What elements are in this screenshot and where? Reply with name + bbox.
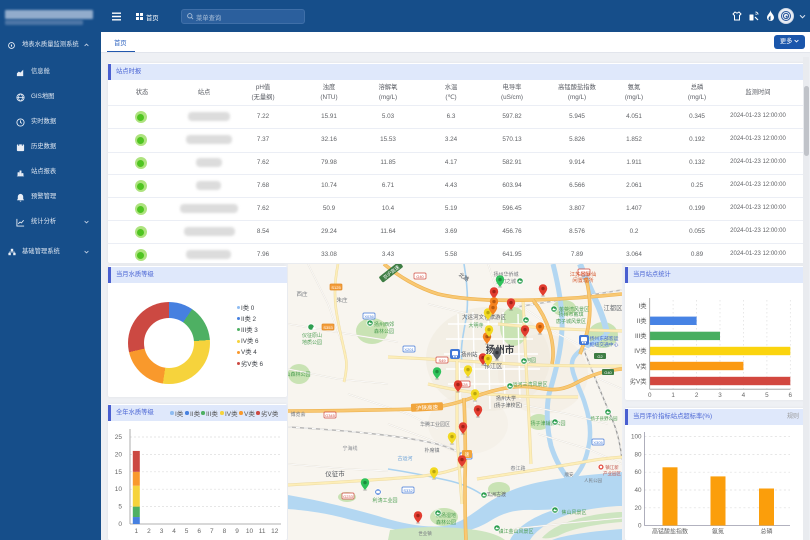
svg-text:产业园区: 产业园区	[603, 470, 621, 477]
svg-text:利涛工业园: 利涛工业园	[372, 497, 397, 504]
svg-text:10: 10	[246, 528, 254, 535]
svg-text:S332: S332	[403, 488, 413, 493]
svg-text:II类: II类	[637, 316, 647, 325]
svg-text:扬子县野公园: 扬子县野公园	[591, 415, 618, 422]
svg-text:I类: I类	[638, 301, 647, 310]
svg-text:25: 25	[115, 434, 123, 441]
svg-text:100: 100	[631, 434, 642, 441]
svg-text:5: 5	[765, 392, 769, 399]
svg-text:华腾工业园区: 华腾工业园区	[420, 421, 450, 428]
svg-text:15: 15	[115, 469, 123, 476]
svg-text:镇江金山风景区: 镇江金山风景区	[498, 528, 533, 535]
svg-text:运河三湾风景区: 运河三湾风景区	[512, 381, 547, 388]
svg-text:G40: G40	[416, 274, 424, 279]
svg-text:5: 5	[185, 528, 189, 535]
svg-text:7: 7	[210, 528, 214, 535]
svg-text:V类: V类	[636, 361, 647, 370]
svg-text:10: 10	[115, 486, 123, 493]
svg-text:X201: X201	[404, 347, 414, 352]
svg-text:X036: X036	[364, 314, 374, 319]
svg-text:G2: G2	[597, 354, 603, 359]
svg-text:5: 5	[118, 504, 122, 511]
svg-text:6: 6	[197, 528, 201, 535]
svg-text:S49: S49	[438, 358, 446, 363]
svg-text:6: 6	[789, 392, 793, 399]
svg-text:1: 1	[134, 528, 138, 535]
svg-text:朴席镇: 朴席镇	[424, 447, 439, 454]
svg-text:扬州西郊: 扬州西郊	[374, 321, 394, 328]
svg-text:4: 4	[742, 392, 746, 399]
svg-text:唐子城风景区: 唐子城风景区	[556, 318, 586, 325]
svg-text:S353: S353	[323, 325, 333, 330]
svg-text:8: 8	[223, 528, 227, 535]
svg-text:宁海线: 宁海线	[342, 445, 357, 452]
svg-text:2: 2	[695, 392, 699, 399]
svg-text:地质公园: 地质公园	[302, 339, 322, 346]
svg-text:春江路: 春江路	[510, 465, 525, 472]
svg-text:1: 1	[671, 392, 675, 399]
svg-text:G233: G233	[343, 494, 354, 499]
svg-text:森林公园: 森林公园	[374, 328, 394, 335]
svg-text:(扬子津校区): (扬子津校区)	[494, 402, 523, 409]
svg-text:80: 80	[634, 451, 642, 458]
svg-text:森林公园: 森林公园	[436, 519, 456, 526]
svg-text:仪征市: 仪征市	[325, 469, 345, 478]
svg-text:博览会: 博览会	[290, 411, 305, 418]
svg-text:西庄: 西庄	[296, 290, 308, 298]
svg-text:9: 9	[235, 528, 239, 535]
svg-text:焦山风景区: 焦山风景区	[561, 509, 586, 516]
svg-text:3: 3	[718, 392, 722, 399]
svg-text:扬子津辅野公园: 扬子津辅野公园	[530, 420, 565, 427]
svg-text:G40: G40	[604, 370, 612, 375]
svg-text:镇江新: 镇江新	[605, 464, 619, 471]
svg-text:江都区: 江都区	[604, 304, 622, 312]
svg-text:仪征原山: 仪征原山	[302, 332, 322, 339]
svg-text:20: 20	[115, 451, 123, 458]
svg-text:0: 0	[118, 521, 122, 528]
svg-text:扬州东部客运: 扬州东部客运	[590, 335, 619, 342]
svg-text:III类: III类	[635, 331, 647, 340]
svg-text:3: 3	[160, 528, 164, 535]
svg-text:枢纽交通中心: 枢纽交通中心	[590, 341, 619, 348]
svg-text:山森林公园: 山森林公园	[288, 371, 311, 378]
svg-text:40: 40	[634, 487, 642, 494]
svg-text:0: 0	[638, 523, 642, 530]
svg-text:高锰酸盐指数: 高锰酸盐指数	[652, 528, 688, 536]
svg-text:IV类: IV类	[634, 346, 647, 355]
svg-text:扬州大学: 扬州大学	[496, 395, 516, 402]
svg-text:闲置理所: 闲置理所	[572, 276, 594, 284]
svg-text:扬州站: 扬州站	[461, 351, 478, 359]
svg-text:X305: X305	[593, 440, 603, 445]
svg-text:11: 11	[259, 528, 266, 535]
svg-text:茱萸湾风景区: 茱萸湾风景区	[559, 306, 589, 313]
svg-text:世业镇: 世业镇	[418, 530, 432, 537]
svg-text:12: 12	[271, 528, 279, 535]
svg-text:顺安: 顺安	[565, 471, 574, 478]
svg-text:朱庄: 朱庄	[336, 296, 348, 304]
svg-text:江苏省暴仙: 江苏省暴仙	[570, 270, 597, 278]
svg-text:总磷: 总磷	[760, 528, 772, 536]
svg-text:4: 4	[172, 528, 176, 535]
svg-text:古运河: 古运河	[397, 455, 412, 462]
svg-text:G345: G345	[325, 413, 336, 418]
svg-text:氨氮: 氨氮	[712, 528, 724, 536]
svg-text:2: 2	[147, 528, 151, 535]
svg-text:劣V类: 劣V类	[630, 376, 647, 385]
svg-text:大明寺: 大明寺	[468, 322, 483, 329]
svg-text:20: 20	[634, 505, 642, 512]
svg-text:0: 0	[648, 392, 652, 399]
svg-text:S125: S125	[331, 285, 341, 290]
svg-text:60: 60	[634, 469, 642, 476]
svg-text:瓜洲古渡: 瓜洲古渡	[486, 491, 506, 498]
